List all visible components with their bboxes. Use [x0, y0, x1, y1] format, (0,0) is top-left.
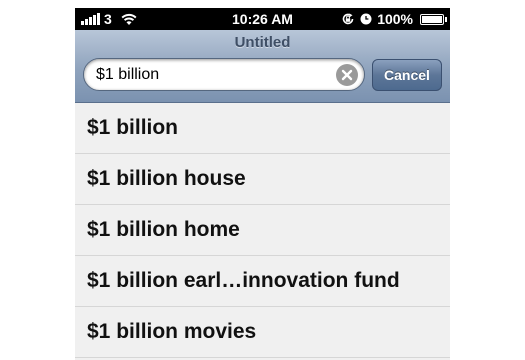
suggestion-item[interactable]: $1 billion home: [75, 205, 450, 256]
status-right: 100%: [341, 8, 447, 30]
status-bar: 3 10:26 AM 100%: [75, 8, 450, 30]
page-title: Untitled: [234, 34, 291, 51]
rotation-lock-icon: [342, 13, 354, 25]
cancel-button[interactable]: Cancel: [372, 59, 442, 91]
clear-icon[interactable]: [336, 64, 358, 86]
battery-icon: [420, 13, 447, 25]
search-nav-bar: Untitled Cancel: [75, 30, 450, 103]
suggestion-item[interactable]: $1 billion earl…innovation fund: [75, 256, 450, 307]
suggestion-item[interactable]: $1 billion: [75, 103, 450, 154]
battery-percent: 100%: [377, 11, 413, 27]
suggestion-item[interactable]: $1 billion movies: [75, 307, 450, 358]
search-input[interactable]: [96, 65, 321, 84]
suggestion-list: $1 billion $1 billion house $1 billion h…: [75, 103, 450, 358]
alarm-icon: [360, 13, 372, 25]
suggestion-item[interactable]: $1 billion house: [75, 154, 450, 205]
phone-screen: 3 10:26 AM 100% Untitled $1 billion Canc…: [75, 8, 450, 360]
battery-fill: [422, 15, 442, 23]
search-field[interactable]: [83, 58, 365, 91]
